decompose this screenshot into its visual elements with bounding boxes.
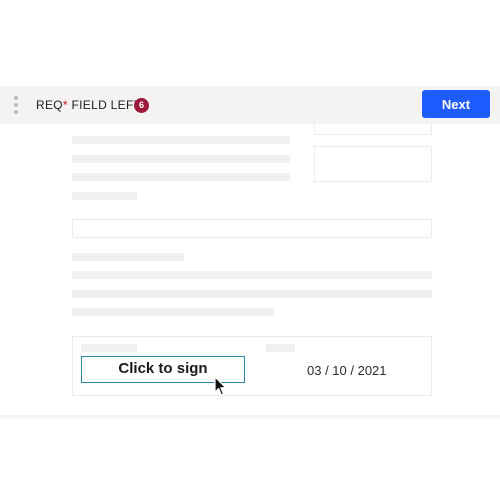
text-placeholder-line [72,136,290,144]
text-placeholder-line [72,290,432,298]
signature-date: 03 / 10 / 2021 [307,363,387,378]
form-field-box[interactable] [72,219,432,238]
text-placeholder-line [72,271,432,279]
text-placeholder-line [72,308,274,316]
text-placeholder-line [72,192,137,200]
kebab-vertical-icon[interactable] [14,96,20,114]
signing-toolbar: REQ* FIELD LEFT Next [0,86,500,124]
text-placeholder-line [72,155,290,163]
mouse-pointer-icon [214,376,227,396]
form-field-box[interactable] [314,146,432,182]
text-placeholder-line [72,173,290,181]
required-fields-label: REQ* FIELD LEFT [36,98,142,112]
signature-label-placeholder [81,344,137,352]
remaining-fields-badge: 6 [134,98,149,113]
text-placeholder-line [72,253,184,261]
date-label-placeholder [266,344,295,352]
next-button[interactable]: Next [422,90,490,118]
document-page [0,86,500,416]
